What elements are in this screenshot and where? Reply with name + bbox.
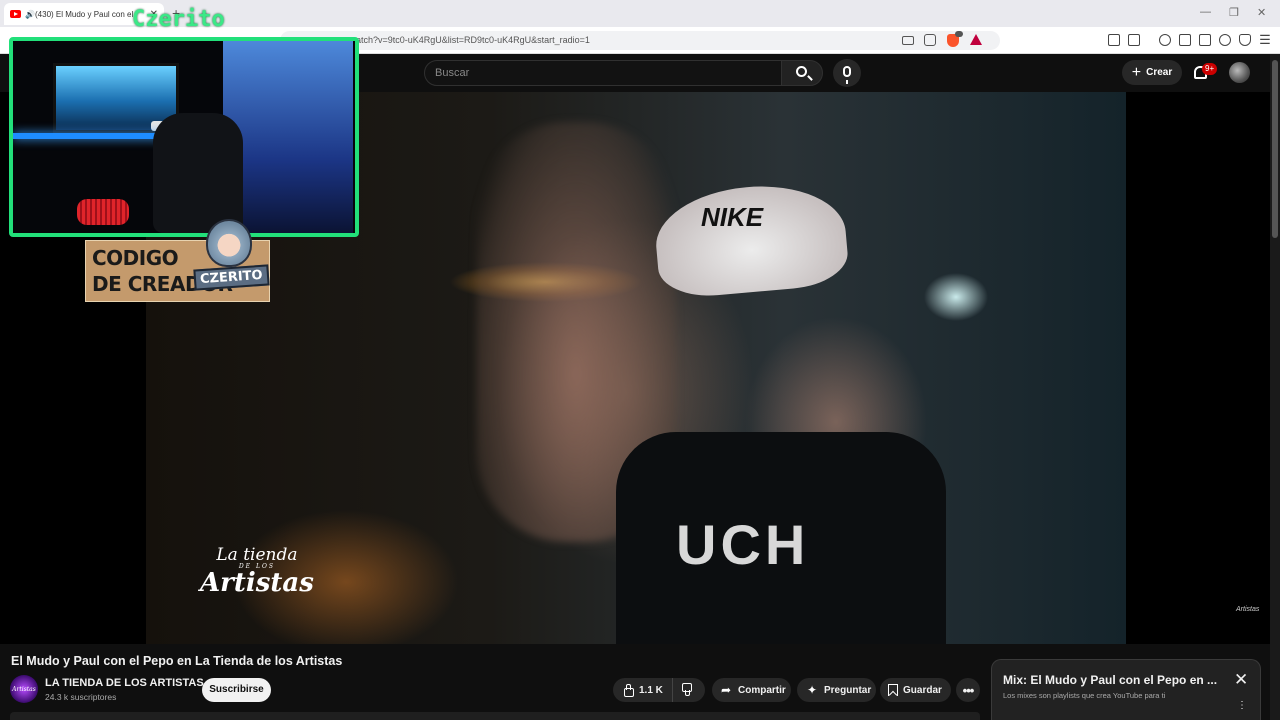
minimize-button[interactable]: —	[1200, 6, 1211, 18]
save-label: Guardar	[903, 684, 942, 696]
speaker-icon: 🔊	[25, 9, 35, 19]
more-actions-button[interactable]: •••	[956, 678, 980, 702]
close-window-button[interactable]: ✕	[1257, 6, 1266, 19]
video-info: El Mudo y Paul con el Pepo en La Tienda …	[0, 644, 1270, 720]
white-cap	[651, 178, 851, 301]
search-input[interactable]: Buscar	[424, 60, 782, 86]
channel-watermark-logo: La tienda DE LOS Artistas	[200, 545, 314, 598]
shields-badge	[955, 31, 963, 37]
thumbs-up-icon	[621, 684, 634, 697]
search-button[interactable]	[781, 60, 823, 86]
account-avatar[interactable]	[1229, 62, 1250, 83]
share-arrow-icon: ➦	[720, 683, 732, 697]
voice-search-button[interactable]	[833, 59, 861, 87]
share-page-icon[interactable]	[924, 34, 936, 46]
channel-avatar[interactable]: Artistas	[10, 675, 38, 703]
kebab-menu-icon[interactable]: ⋮	[1237, 701, 1247, 711]
webcam-label: Czerito	[132, 7, 225, 32]
mix-subtitle: Los mixes son playlists que crea YouTube…	[1003, 691, 1166, 700]
bookmark-icon	[888, 684, 898, 696]
logo-line-3: Artistas	[200, 568, 314, 598]
cast-icon[interactable]	[902, 36, 914, 45]
ask-button[interactable]: ✦ Preguntar	[797, 678, 876, 702]
notification-badge: 9+	[1202, 63, 1218, 75]
page-scrollbar[interactable]	[1270, 54, 1280, 720]
like-count: 1.1 K	[639, 684, 663, 696]
scrollbar-thumb[interactable]	[1272, 60, 1278, 238]
wallet-card-icon[interactable]	[1199, 34, 1211, 46]
description-box-edge[interactable]	[10, 712, 980, 720]
subscribe-button[interactable]: Suscribirse	[202, 678, 271, 702]
close-icon[interactable]: ✕	[1234, 670, 1248, 690]
share-button[interactable]: ➦ Compartir	[712, 678, 791, 702]
corner-watermark: Artistas	[1236, 606, 1260, 613]
dislike-button[interactable]	[673, 678, 705, 702]
leo-ai-icon[interactable]	[1219, 34, 1231, 46]
creator-mascot	[206, 219, 252, 267]
extensions-icon[interactable]	[1108, 34, 1120, 46]
create-label: Crear	[1146, 67, 1173, 78]
video-title: El Mudo y Paul con el Pepo en La Tienda …	[11, 654, 343, 668]
ask-label: Preguntar	[824, 684, 872, 696]
youtube-favicon-icon	[10, 10, 21, 18]
channel-name[interactable]: LA TIENDA DE LOS ARTISTAS	[45, 677, 204, 689]
plus-icon: +	[1131, 63, 1142, 81]
creator-code-overlay: CODIGO DE CREADOR CZERITO	[85, 219, 270, 302]
save-button[interactable]: Guardar	[880, 678, 951, 702]
create-button[interactable]: + Crear	[1122, 60, 1182, 85]
mix-playlist-panel: Mix: El Mudo y Paul con el Pepo en ... L…	[991, 659, 1261, 720]
url-field[interactable]: atch?v=9tc0-uK4RgU&list=RD9tc0-uK4RgU&st…	[280, 31, 1000, 50]
sparkle-icon: ✦	[806, 683, 818, 697]
thumbs-down-icon	[683, 684, 695, 696]
search-icon	[796, 66, 807, 77]
tab-title: (430) El Mudo y Paul con el	[35, 9, 134, 19]
logo-line-1: La tienda	[216, 545, 298, 565]
webcam-overlay	[9, 37, 359, 237]
wallet-icon[interactable]	[1128, 34, 1140, 46]
menu-icon[interactable]: ☰	[1258, 32, 1272, 48]
maximize-button[interactable]: ❐	[1229, 6, 1239, 19]
vpn-shield-icon[interactable]	[1239, 34, 1251, 46]
webcam-microphone	[77, 199, 129, 225]
brave-rewards-icon[interactable]	[970, 34, 982, 45]
hoodie-text: UCH	[676, 513, 810, 576]
subscriber-count: 24.3 k suscriptores	[45, 692, 117, 702]
mix-title[interactable]: Mix: El Mudo y Paul con el Pepo en ...	[1003, 673, 1225, 687]
webcam-chair	[153, 113, 243, 233]
share-label: Compartir	[738, 684, 786, 696]
like-dislike-group: 1.1 K	[613, 678, 705, 702]
cap-brand-text: NIKE	[701, 202, 764, 232]
microphone-icon	[843, 66, 851, 84]
music-icon[interactable]	[1159, 34, 1171, 46]
sidebar-icon[interactable]	[1179, 34, 1191, 46]
like-button[interactable]: 1.1 K	[613, 678, 673, 702]
